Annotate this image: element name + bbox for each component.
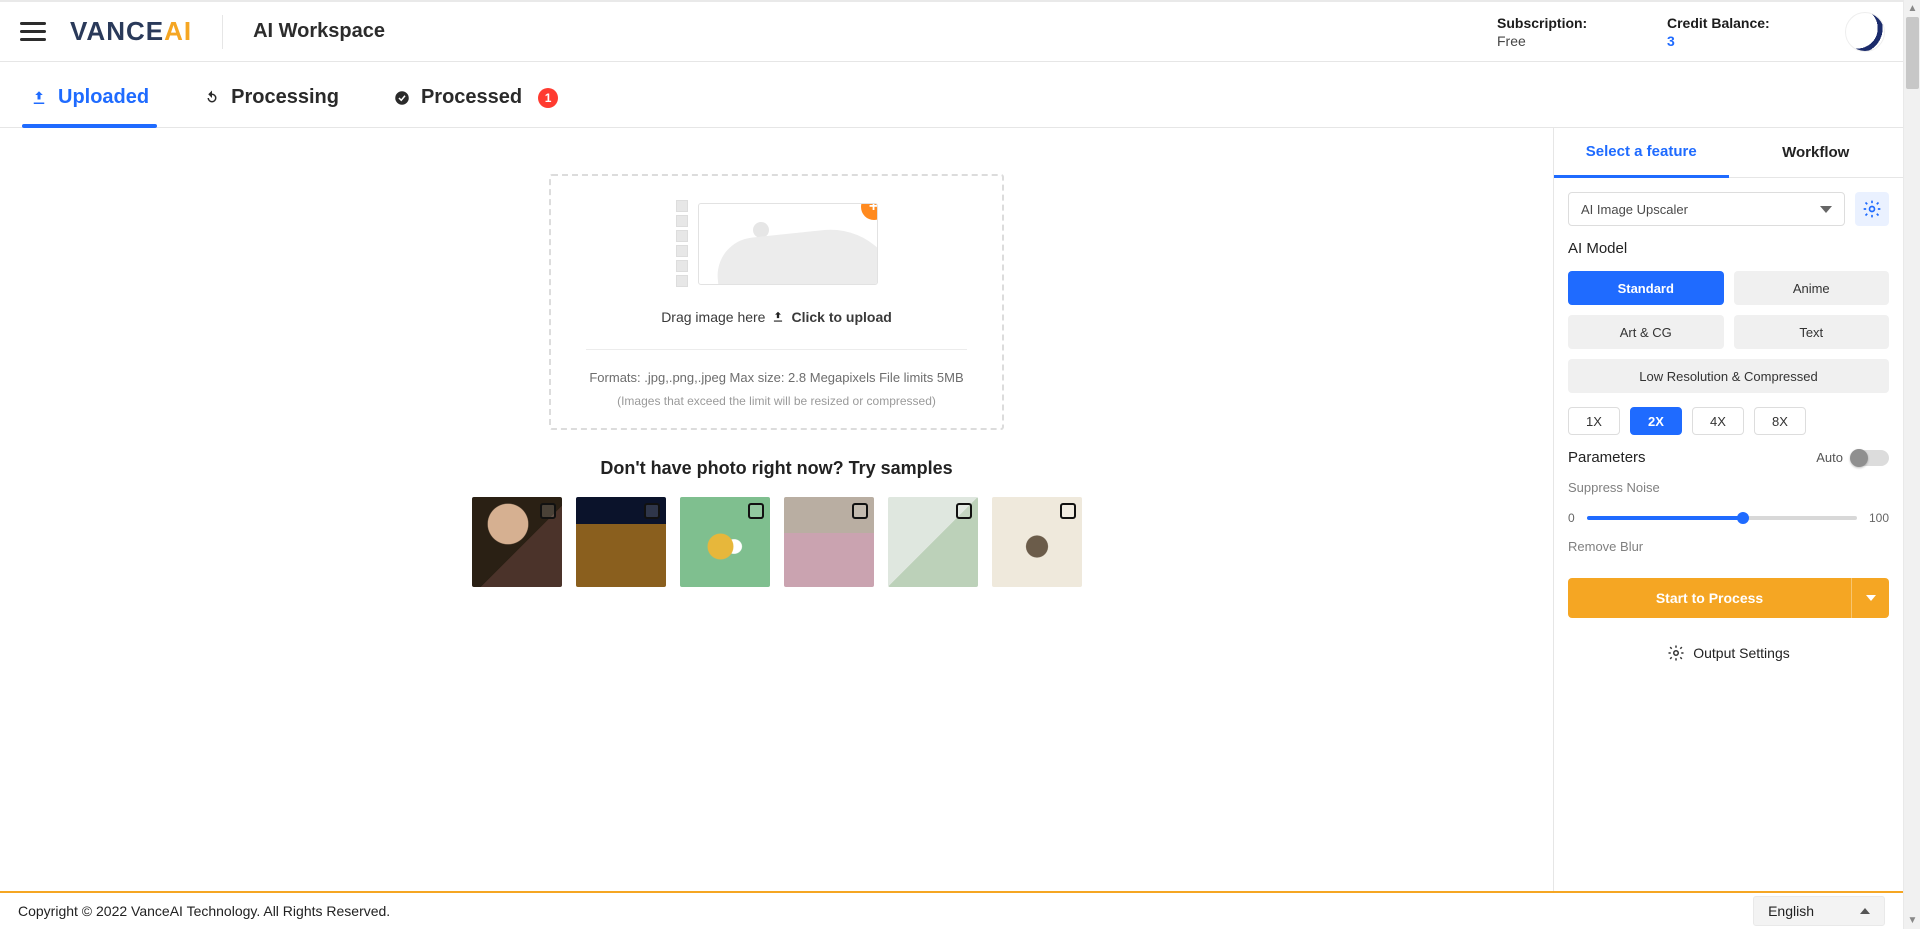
upload-dropzone[interactable]: + Drag image here Click to upload Format… [549,174,1004,430]
sample-image-5[interactable] [888,497,978,587]
credit-label: Credit Balance: [1667,15,1785,31]
tab-uploaded[interactable]: Uploaded [30,86,149,127]
sample-image-1[interactable] [472,497,562,587]
processed-badge: 1 [538,88,558,108]
divider [586,349,968,350]
checkbox-icon[interactable] [540,503,556,519]
checkbox-icon[interactable] [644,503,660,519]
sample-image-4[interactable] [784,497,874,587]
model-art-cg[interactable]: Art & CG [1568,315,1724,349]
gear-icon [1667,644,1685,662]
plus-icon: + [861,203,878,220]
formats-text: Formats: .jpg,.png,.jpeg Max size: 2.8 M… [589,370,963,385]
language-value: English [1768,903,1814,919]
tab-uploaded-label: Uploaded [58,86,149,109]
credit-block: Credit Balance: 3 [1667,15,1785,49]
upload-icon [30,89,48,107]
avatar[interactable] [1845,12,1885,52]
page-title: AI Workspace [253,20,385,43]
output-settings-button[interactable]: Output Settings [1568,632,1889,674]
ai-model-heading: AI Model [1568,240,1889,257]
upload-small-icon [771,310,785,324]
tab-processing[interactable]: Processing [203,86,339,127]
parameters-heading: Parameters [1568,449,1646,466]
suppress-noise-slider[interactable] [1587,516,1857,520]
auto-label: Auto [1816,450,1843,465]
click-upload-text: Click to upload [791,309,891,325]
chevron-down-icon [1820,206,1832,213]
suppress-max: 100 [1869,511,1889,525]
tab-processing-label: Processing [231,86,339,109]
chevron-down-icon [1866,595,1876,601]
scale-1x[interactable]: 1X [1568,407,1620,435]
credit-value[interactable]: 3 [1667,33,1785,49]
auto-toggle[interactable] [1851,450,1889,466]
logo-text-ai: AI [164,16,192,47]
start-process-dropdown[interactable] [1851,578,1889,618]
model-text[interactable]: Text [1734,315,1890,349]
drag-text: Drag image here [661,309,765,325]
checkbox-icon[interactable] [956,503,972,519]
scrollbar-up[interactable]: ▲ [1904,0,1920,17]
feature-select[interactable]: AI Image Upscaler [1568,192,1845,226]
subscription-value: Free [1497,33,1615,49]
language-select[interactable]: English [1753,896,1885,926]
model-standard[interactable]: Standard [1568,271,1724,305]
feature-select-value: AI Image Upscaler [1581,202,1688,217]
scrollbar-down[interactable]: ▼ [1904,912,1920,929]
sidebar-tab-workflow[interactable]: Workflow [1729,128,1904,178]
divider [222,15,223,49]
start-process-button[interactable]: Start to Process [1568,578,1851,618]
model-anime[interactable]: Anime [1734,271,1890,305]
subscription-block: Subscription: Free [1497,15,1615,49]
feature-settings-button[interactable] [1855,192,1889,226]
samples-heading: Don't have photo right now? Try samples [600,458,952,479]
checkbox-icon[interactable] [852,503,868,519]
refresh-icon [203,89,221,107]
logo[interactable]: VANCE AI [70,16,192,47]
sample-image-2[interactable] [576,497,666,587]
checkbox-icon[interactable] [748,503,764,519]
scale-2x[interactable]: 2X [1630,407,1682,435]
chevron-up-icon [1860,908,1870,914]
copyright-text: Copyright © 2022 VanceAI Technology. All… [18,903,390,919]
checkbox-icon[interactable] [1060,503,1076,519]
scale-8x[interactable]: 8X [1754,407,1806,435]
remove-blur-label: Remove Blur [1568,539,1889,554]
sample-image-6[interactable] [992,497,1082,587]
check-circle-icon [393,89,411,107]
sample-image-3[interactable] [680,497,770,587]
sidebar-tab-feature[interactable]: Select a feature [1554,128,1729,178]
scrollbar-thumb[interactable] [1906,17,1919,89]
logo-text: VANCE [70,16,164,47]
suppress-noise-label: Suppress Noise [1568,480,1889,495]
tab-processed-label: Processed [421,86,522,109]
suppress-min: 0 [1568,511,1575,525]
tab-processed[interactable]: Processed 1 [393,86,558,127]
scale-4x[interactable]: 4X [1692,407,1744,435]
menu-icon[interactable] [18,17,48,47]
model-lowres[interactable]: Low Resolution & Compressed [1568,359,1889,393]
subscription-label: Subscription: [1497,15,1615,31]
dropzone-illustration: + [676,200,878,287]
resize-note: (Images that exceed the limit will be re… [589,392,963,410]
gear-icon [1862,199,1882,219]
